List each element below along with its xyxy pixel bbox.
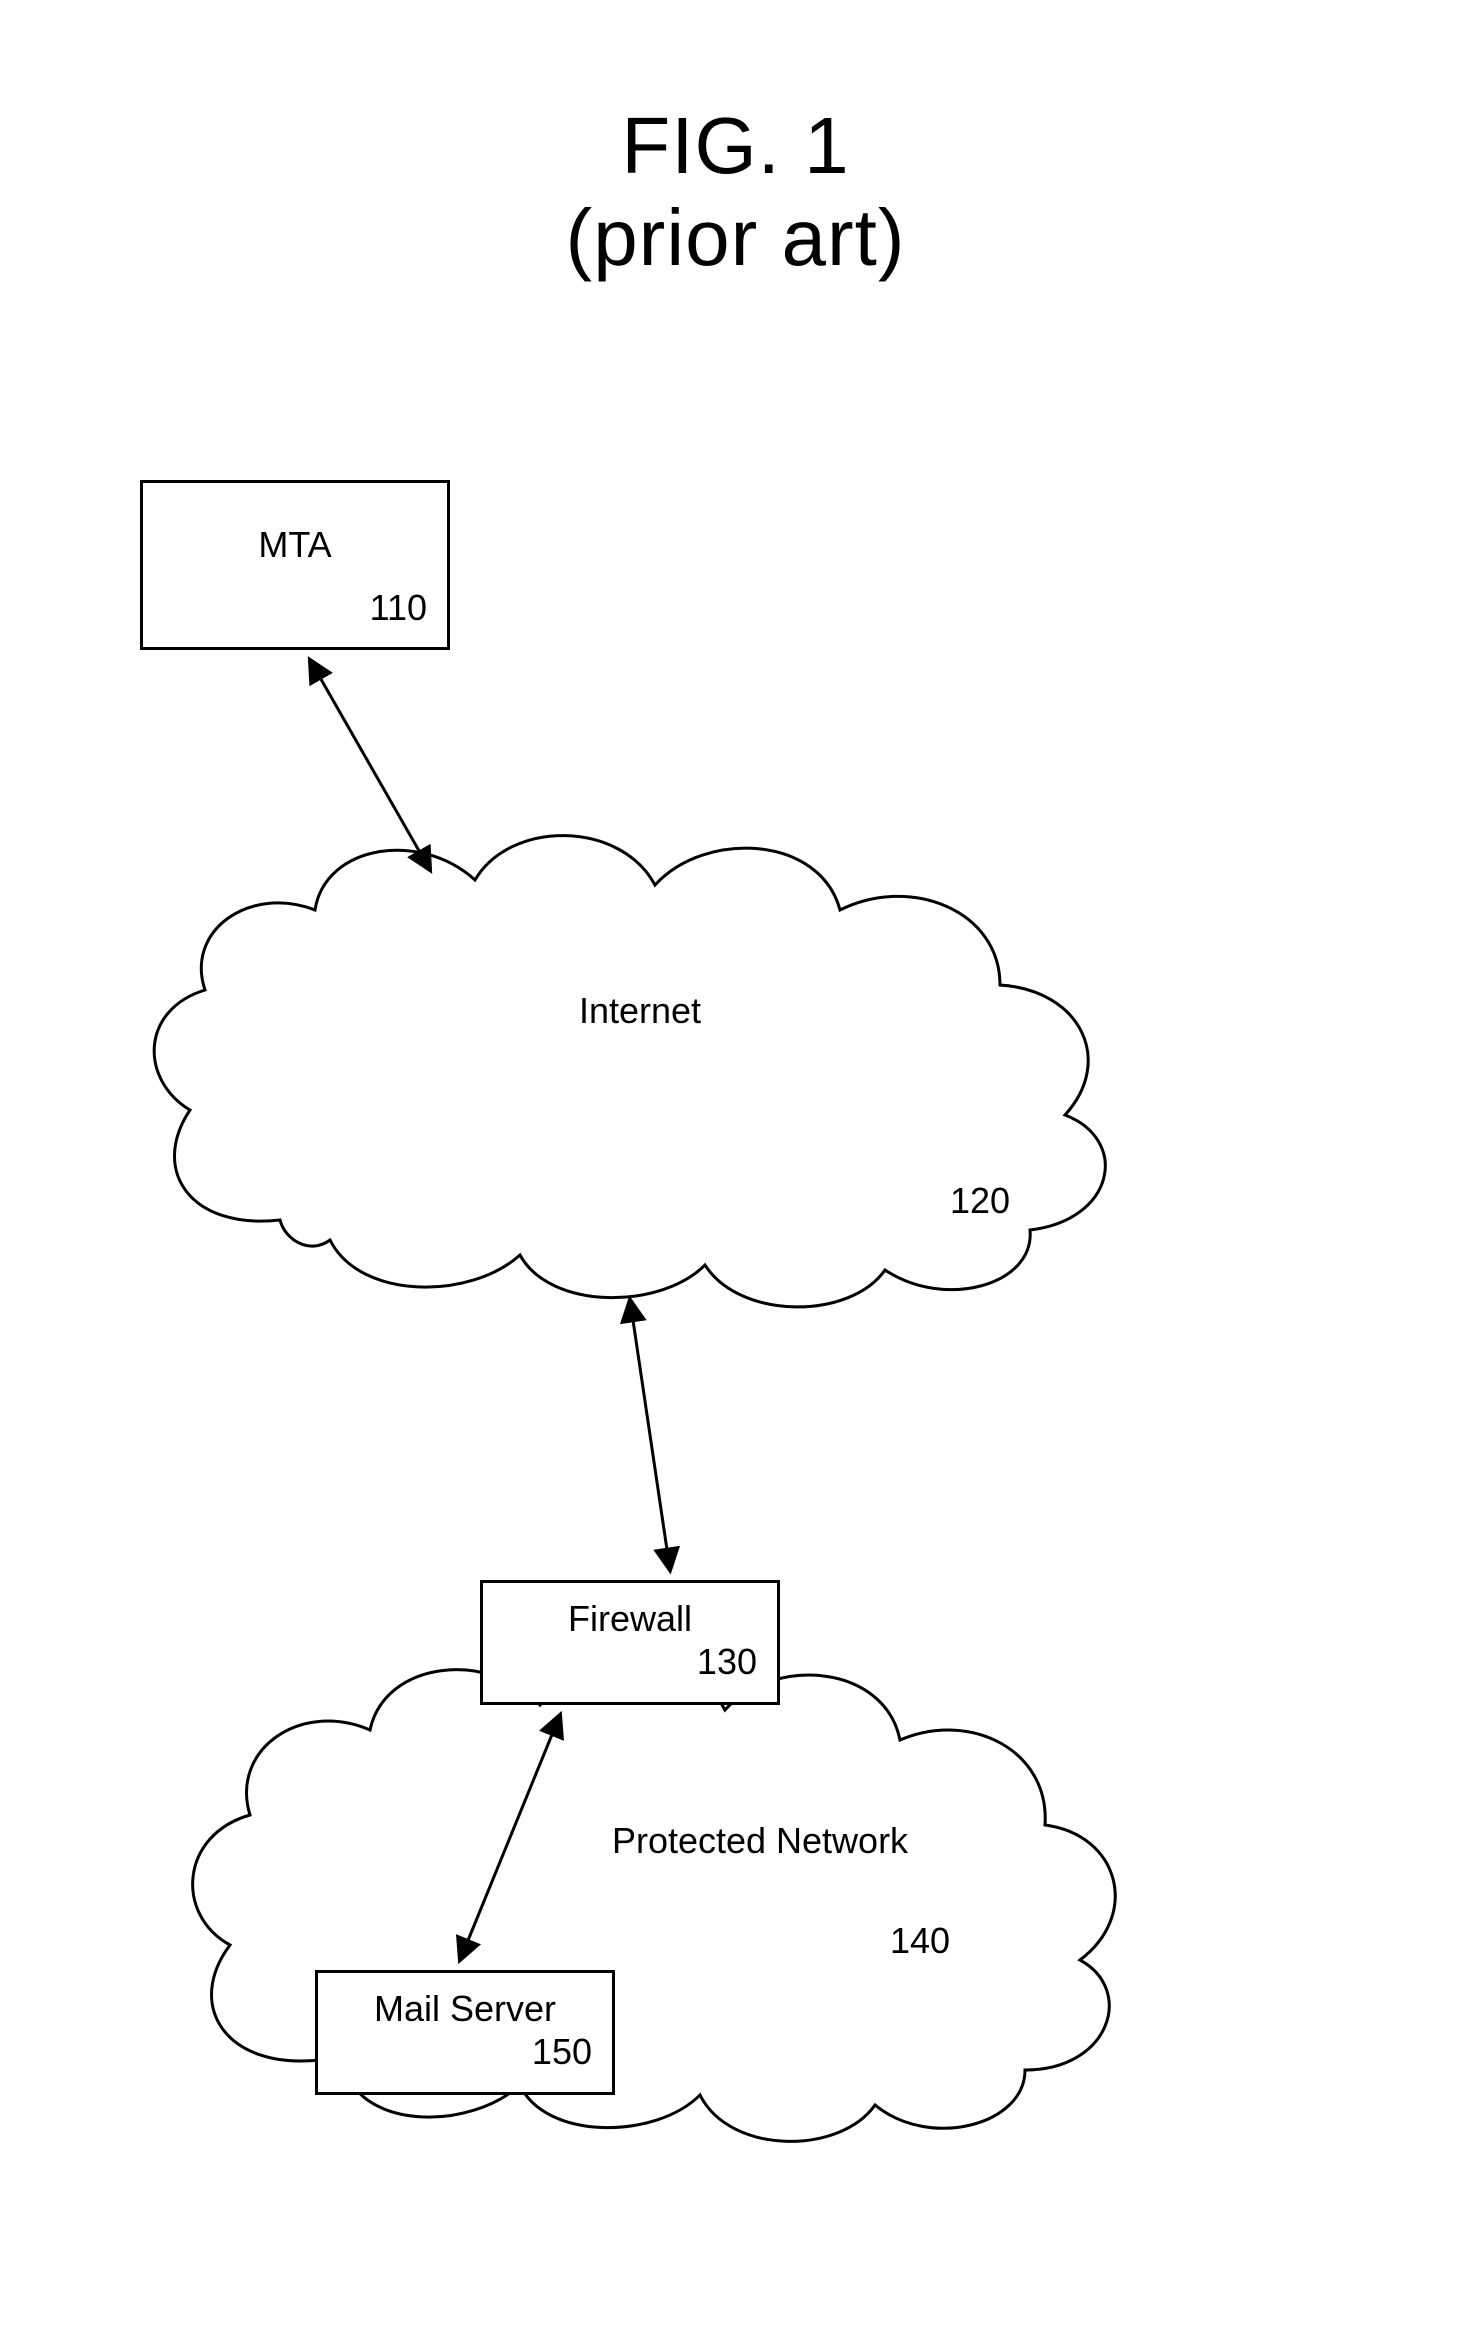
mailserver-ref: 150 <box>318 2030 612 2079</box>
mta-box: MTA 110 <box>140 480 450 650</box>
mailserver-label: Mail Server <box>318 1973 612 2030</box>
mta-label: MTA <box>143 483 447 566</box>
firewall-label: Firewall <box>483 1583 777 1640</box>
firewall-box: Firewall 130 <box>480 1580 780 1705</box>
firewall-ref: 130 <box>483 1640 777 1689</box>
connectors <box>0 0 1471 2339</box>
mailserver-box: Mail Server 150 <box>315 1970 615 2095</box>
mta-ref: 110 <box>143 566 447 635</box>
